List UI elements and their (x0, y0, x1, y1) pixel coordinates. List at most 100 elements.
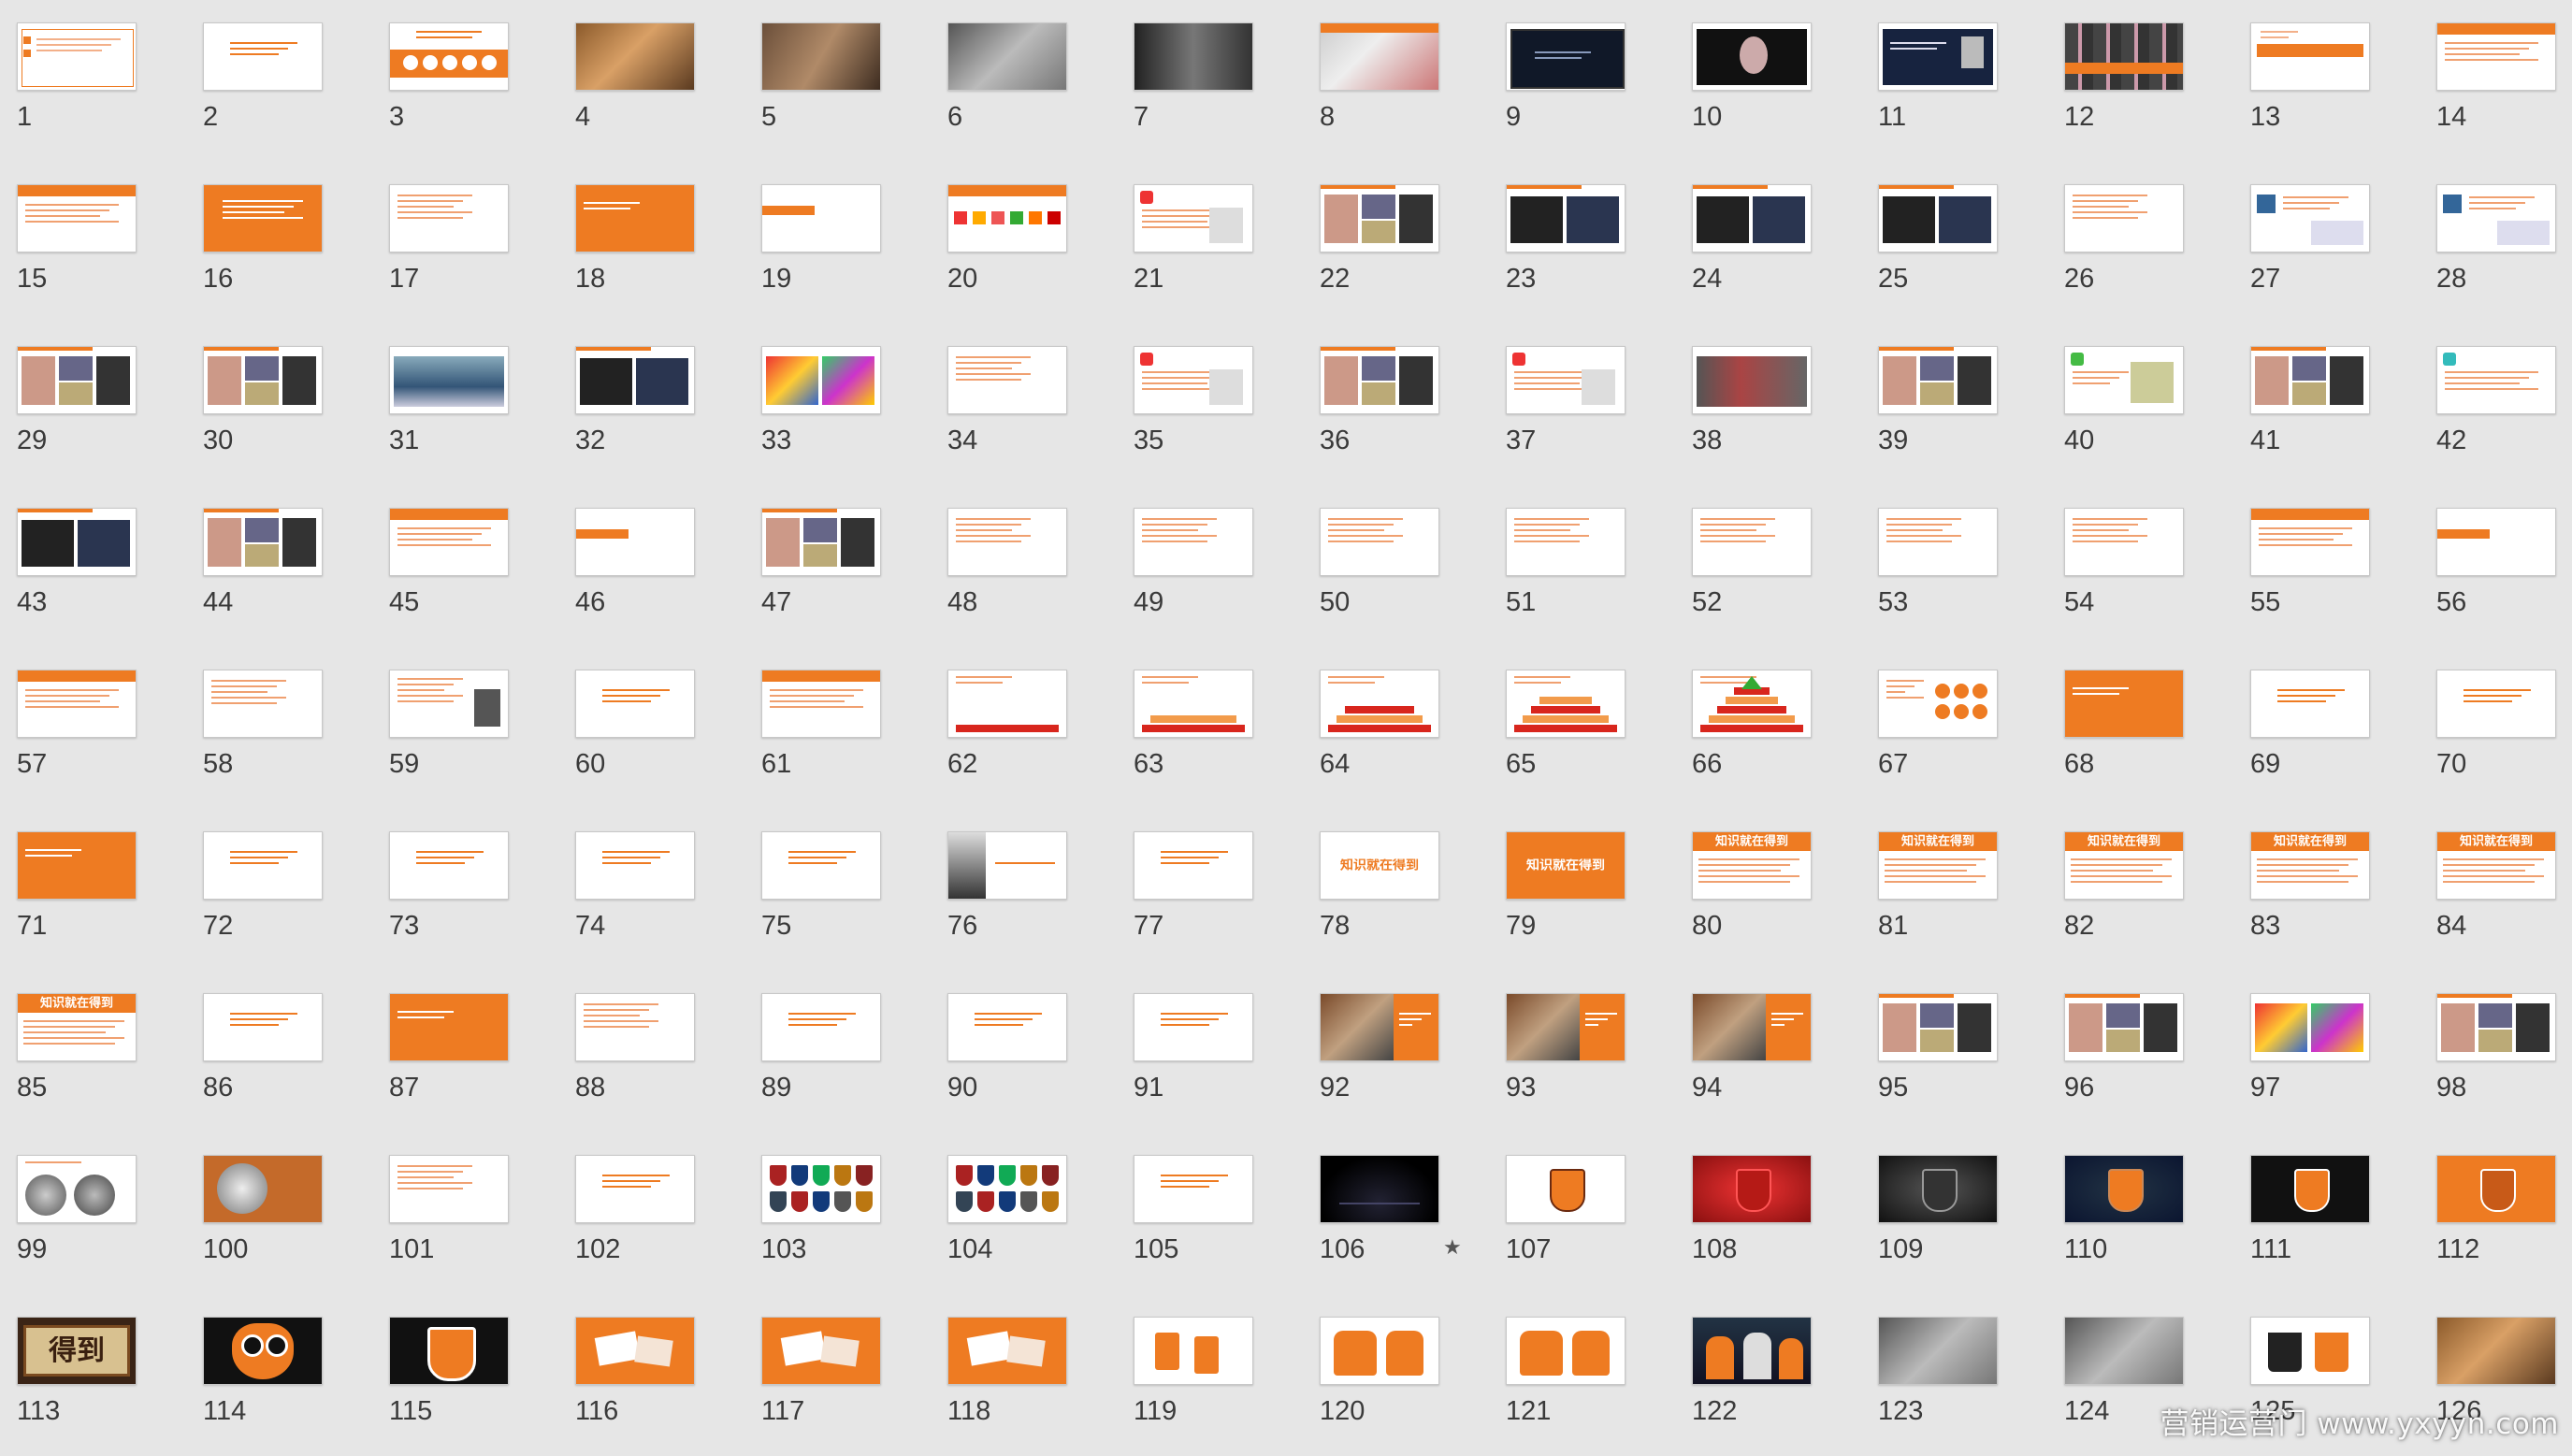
slide-thumbnail[interactable] (2250, 346, 2370, 414)
slide-thumbnail[interactable] (947, 993, 1067, 1061)
slide-thumbnail[interactable] (389, 993, 509, 1061)
slide-thumbnail[interactable]: 知识就在得到 (1878, 831, 1998, 900)
slide-thumbnail[interactable] (1878, 670, 1998, 738)
slide-thumbnail[interactable] (1878, 184, 1998, 252)
slide-thumbnail[interactable] (1134, 22, 1253, 91)
slide-thumbnail[interactable] (2436, 1317, 2556, 1385)
slide-thumbnail[interactable] (1134, 831, 1253, 900)
slide-thumbnail[interactable] (2250, 670, 2370, 738)
slide-thumbnail[interactable] (389, 670, 509, 738)
slide-thumbnail[interactable] (947, 1155, 1067, 1223)
slide-thumbnail[interactable] (1506, 22, 1626, 91)
slide-thumbnail[interactable] (2064, 993, 2184, 1061)
slide-thumbnail[interactable] (1878, 22, 1998, 91)
slide-thumbnail[interactable] (1134, 670, 1253, 738)
slide-thumbnail[interactable] (1134, 346, 1253, 414)
slide-thumbnail[interactable] (947, 346, 1067, 414)
slide-thumbnail[interactable] (947, 1317, 1067, 1385)
slide-thumbnail[interactable] (389, 1317, 509, 1385)
slide-thumbnail[interactable] (575, 1155, 695, 1223)
slide-thumbnail[interactable] (575, 670, 695, 738)
slide-thumbnail[interactable] (1692, 993, 1812, 1061)
slide-thumbnail[interactable] (947, 670, 1067, 738)
slide-thumbnail[interactable] (203, 670, 323, 738)
slide-thumbnail[interactable]: 知识就在得到 (1692, 831, 1812, 900)
slide-thumbnail[interactable] (761, 1155, 881, 1223)
slide-thumbnail[interactable] (1506, 993, 1626, 1061)
slide-thumbnail[interactable] (2436, 508, 2556, 576)
slide-thumbnail[interactable] (575, 184, 695, 252)
slide-thumbnail[interactable] (389, 184, 509, 252)
slide-thumbnail[interactable] (2250, 1155, 2370, 1223)
slide-thumbnail[interactable] (1134, 1317, 1253, 1385)
slide-thumbnail[interactable] (1320, 346, 1439, 414)
slide-thumbnail[interactable] (1134, 993, 1253, 1061)
slide-thumbnail[interactable]: 得到 (17, 1317, 137, 1385)
slide-thumbnail[interactable] (947, 508, 1067, 576)
slide-thumbnail[interactable] (1878, 1317, 1998, 1385)
slide-thumbnail[interactable]: 知识就在得到 (2250, 831, 2370, 900)
slide-thumbnail[interactable] (2250, 22, 2370, 91)
slide-thumbnail[interactable] (1506, 346, 1626, 414)
slide-thumbnail[interactable] (17, 184, 137, 252)
slide-thumbnail[interactable] (1320, 1317, 1439, 1385)
slide-thumbnail[interactable] (575, 993, 695, 1061)
slide-thumbnail[interactable] (2250, 184, 2370, 252)
slide-thumbnail[interactable] (947, 22, 1067, 91)
slide-thumbnail[interactable] (761, 184, 881, 252)
slide-thumbnail[interactable] (1878, 346, 1998, 414)
slide-thumbnail[interactable] (17, 1155, 137, 1223)
slide-thumbnail[interactable] (1692, 184, 1812, 252)
slide-thumbnail[interactable] (203, 184, 323, 252)
slide-thumbnail[interactable] (761, 993, 881, 1061)
slide-thumbnail[interactable] (1134, 1155, 1253, 1223)
slide-thumbnail[interactable] (1320, 670, 1439, 738)
slide-thumbnail[interactable] (2250, 1317, 2370, 1385)
slide-thumbnail[interactable] (1878, 1155, 1998, 1223)
slide-thumbnail[interactable] (2064, 1155, 2184, 1223)
slide-thumbnail[interactable]: 知识就在得到 (1320, 831, 1439, 900)
slide-thumbnail[interactable] (575, 22, 695, 91)
slide-thumbnail[interactable] (2064, 1317, 2184, 1385)
slide-thumbnail[interactable] (1320, 22, 1439, 91)
slide-thumbnail[interactable] (1134, 508, 1253, 576)
slide-thumbnail[interactable] (17, 831, 137, 900)
slide-thumbnail[interactable] (203, 508, 323, 576)
slide-thumbnail[interactable] (2436, 184, 2556, 252)
slide-thumbnail[interactable] (17, 508, 137, 576)
slide-thumbnail[interactable] (203, 1155, 323, 1223)
slide-thumbnail[interactable] (17, 22, 137, 91)
slide-thumbnail[interactable] (1692, 508, 1812, 576)
slide-thumbnail[interactable] (2436, 22, 2556, 91)
slide-thumbnail[interactable] (1134, 184, 1253, 252)
slide-thumbnail[interactable] (2250, 508, 2370, 576)
slide-thumbnail[interactable] (203, 22, 323, 91)
slide-thumbnail[interactable] (947, 184, 1067, 252)
slide-thumbnail[interactable] (203, 346, 323, 414)
slide-thumbnail[interactable] (203, 831, 323, 900)
slide-thumbnail[interactable] (575, 346, 695, 414)
slide-thumbnail[interactable] (1692, 346, 1812, 414)
slide-thumbnail[interactable]: 知识就在得到 (2064, 831, 2184, 900)
slide-thumbnail[interactable] (389, 346, 509, 414)
slide-thumbnail[interactable] (1320, 184, 1439, 252)
slide-thumbnail[interactable] (2436, 1155, 2556, 1223)
slide-thumbnail[interactable] (1878, 508, 1998, 576)
slide-thumbnail[interactable] (1506, 670, 1626, 738)
slide-thumbnail[interactable] (2250, 993, 2370, 1061)
slide-thumbnail[interactable]: 知识就在得到 (17, 993, 137, 1061)
slide-thumbnail[interactable] (2436, 993, 2556, 1061)
slide-thumbnail[interactable] (389, 22, 509, 91)
slide-thumbnail[interactable] (1506, 508, 1626, 576)
slide-thumbnail[interactable] (2064, 22, 2184, 91)
slide-thumbnail[interactable] (203, 993, 323, 1061)
slide-thumbnail[interactable] (1506, 184, 1626, 252)
slide-thumbnail[interactable] (389, 508, 509, 576)
slide-thumbnail[interactable] (761, 22, 881, 91)
slide-thumbnail[interactable] (389, 831, 509, 900)
slide-thumbnail[interactable] (761, 831, 881, 900)
slide-thumbnail[interactable] (2436, 346, 2556, 414)
slide-thumbnail[interactable] (2436, 670, 2556, 738)
slide-thumbnail[interactable] (17, 670, 137, 738)
slide-thumbnail[interactable] (17, 346, 137, 414)
